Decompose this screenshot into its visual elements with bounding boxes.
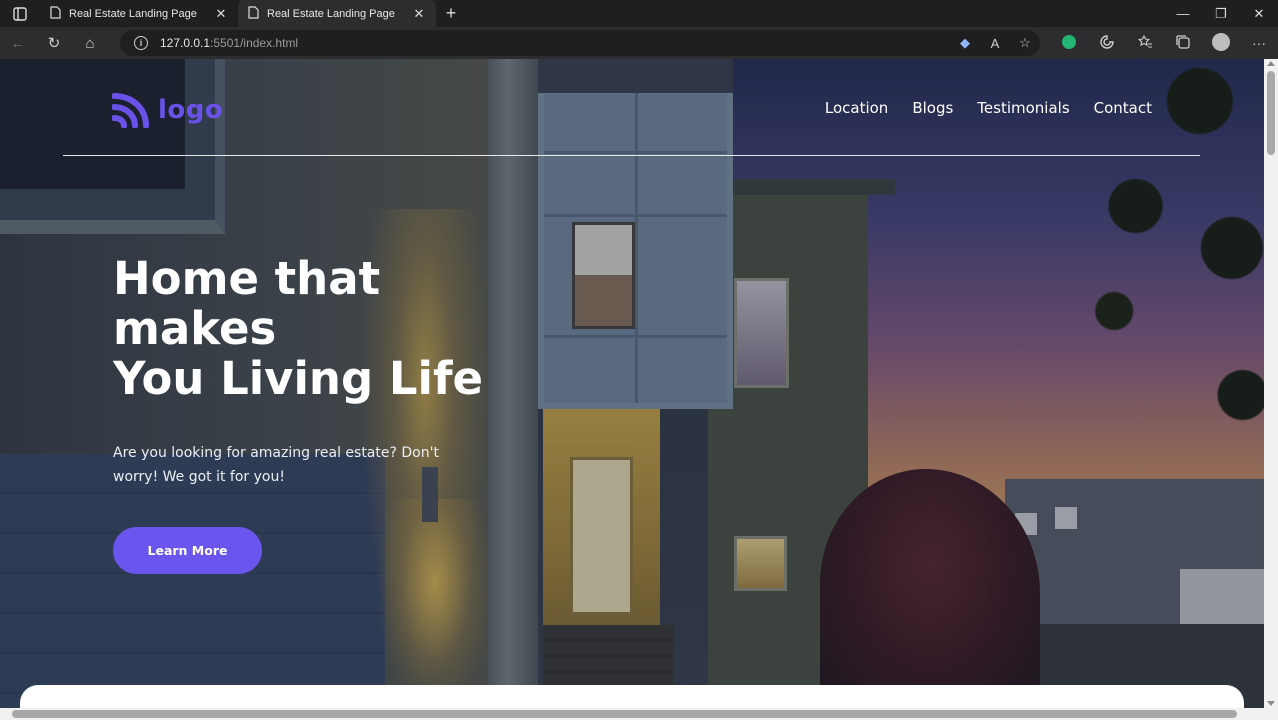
headline-line: You Living Life: [113, 352, 484, 405]
address-bar[interactable]: i 127.0.0.1:5501/index.html: [120, 30, 1040, 56]
collections-icon[interactable]: [1164, 34, 1202, 52]
window-close-icon[interactable]: ✕: [1240, 0, 1278, 27]
home-icon[interactable]: ⌂: [72, 27, 108, 59]
browser-tab[interactable]: Real Estate Landing Page ✕: [40, 0, 238, 27]
minimize-icon[interactable]: —: [1164, 0, 1202, 27]
page-viewport: logo Location Blogs Testimonials Contact…: [0, 59, 1264, 708]
hero-section: logo Location Blogs Testimonials Contact…: [0, 59, 1264, 708]
browser-toolbar: ← ↻ ⌂ i 127.0.0.1:5501/index.html ◆ A ☆ …: [0, 27, 1278, 59]
profile-avatar[interactable]: [1202, 32, 1240, 54]
browser-essentials-icon[interactable]: [1088, 34, 1126, 52]
nav-link-contact[interactable]: Contact: [1094, 99, 1152, 117]
close-icon[interactable]: ✕: [412, 6, 426, 22]
logo-text: logo: [158, 95, 224, 125]
horizontal-scrollbar[interactable]: [0, 708, 1264, 720]
headline-line: makes: [113, 302, 277, 355]
toolbar-right-icons: ···: [1050, 27, 1278, 59]
browser-tab-bar: Real Estate Landing Page ✕ Real Estate L…: [0, 0, 1278, 27]
scroll-up-arrow-icon[interactable]: [1267, 61, 1275, 66]
plus-icon[interactable]: +: [436, 0, 466, 27]
scrollbar-corner: [1264, 708, 1278, 720]
url-host: 127.0.0.1: [160, 36, 211, 50]
tab-title: Real Estate Landing Page: [267, 7, 395, 20]
hero-subtext: Are you looking for amazing real estate?…: [113, 445, 439, 485]
scrollbar-thumb[interactable]: [12, 710, 1237, 718]
add-favorite-icon[interactable]: ☆: [1010, 35, 1040, 51]
headline-line: Home that: [113, 252, 381, 305]
tab-title: Real Estate Landing Page: [69, 7, 197, 20]
browser-tab-active[interactable]: Real Estate Landing Page ✕: [238, 0, 436, 27]
window-controls: — ❐ ✕: [1164, 0, 1278, 27]
vertical-scrollbar[interactable]: [1264, 59, 1278, 708]
learn-more-button[interactable]: Learn More: [113, 527, 262, 574]
page-icon: [50, 5, 61, 22]
nav-link-testimonials[interactable]: Testimonials: [977, 99, 1069, 117]
info-icon[interactable]: i: [134, 36, 148, 50]
reload-icon[interactable]: ↻: [36, 27, 72, 59]
back-arrow-icon[interactable]: ←: [0, 27, 36, 59]
scrollbar-thumb[interactable]: [1267, 71, 1275, 155]
close-icon[interactable]: ✕: [214, 6, 228, 22]
nav-divider: [63, 155, 1200, 156]
extension-icon[interactable]: ◆: [950, 35, 980, 51]
logo-icon: [112, 93, 149, 128]
scroll-down-arrow-icon[interactable]: [1267, 701, 1275, 706]
next-section-card: [20, 685, 1244, 708]
url-path: :5501/index.html: [210, 36, 299, 50]
favorites-icon[interactable]: [1126, 34, 1164, 52]
page-icon: [248, 5, 259, 22]
hero-headline: Home that makes You Living Life: [113, 254, 533, 404]
grammarly-icon[interactable]: [1050, 34, 1088, 52]
tab-actions-icon[interactable]: [0, 0, 40, 27]
main-nav: Location Blogs Testimonials Contact: [825, 99, 1152, 117]
site-logo[interactable]: logo: [112, 92, 223, 128]
nav-link-location[interactable]: Location: [825, 99, 888, 117]
address-bar-icons: ◆ A ☆: [950, 27, 1040, 59]
restore-icon[interactable]: ❐: [1202, 0, 1240, 27]
nav-link-blogs[interactable]: Blogs: [912, 99, 953, 117]
menu-icon[interactable]: ···: [1240, 35, 1278, 51]
read-aloud-icon[interactable]: A: [980, 36, 1010, 51]
